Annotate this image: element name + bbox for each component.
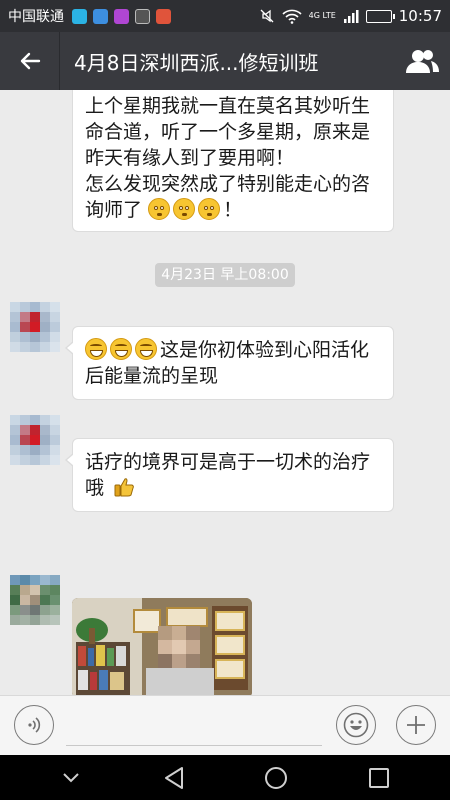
chevron-down-icon	[63, 772, 79, 782]
thumbs-up-emoji	[114, 478, 134, 497]
message-text: 昨天有缘人到了要用啊！	[85, 147, 295, 169]
app-notification-icon	[72, 8, 87, 24]
app-notification-icon	[135, 8, 150, 24]
chat-header: 4月8日深圳西派...修短训班	[0, 32, 450, 90]
shy-face-emoji	[198, 198, 221, 220]
message-text: 话疗的境界可是高于一切术的治疗	[85, 451, 371, 473]
signal-icon	[343, 10, 359, 23]
message-text: 后能量流的呈现	[85, 365, 219, 387]
message-input[interactable]	[66, 706, 322, 746]
image-message[interactable]	[72, 598, 252, 695]
wifi-icon	[282, 9, 302, 24]
message-text: ！	[223, 199, 243, 221]
notification-icons	[72, 8, 171, 24]
back-arrow-icon	[20, 52, 40, 70]
battery-icon	[365, 9, 395, 23]
message-bubble[interactable]: 上个星期我就一直在莫名其妙听生 命合道，听了一个多星期，原来是 昨天有缘人到了要…	[72, 90, 394, 232]
nav-home-button[interactable]	[251, 755, 301, 800]
message-list[interactable]: 上个星期我就一直在莫名其妙听生 命合道，听了一个多星期，原来是 昨天有缘人到了要…	[0, 90, 450, 695]
more-options-button[interactable]	[396, 705, 436, 745]
back-button[interactable]	[0, 32, 60, 90]
message-text: 询师了	[85, 199, 143, 221]
group-members-button[interactable]	[394, 32, 450, 90]
nav-back-button[interactable]	[149, 755, 199, 800]
app-notification-icon	[114, 8, 129, 24]
message-composer	[0, 695, 450, 755]
group-members-icon	[406, 50, 439, 73]
message-bubble[interactable]: 话疗的境界可是高于一切术的治疗 哦	[65, 438, 394, 512]
square-recents-icon	[368, 767, 389, 788]
clock: 10:57	[398, 7, 442, 25]
plus-icon	[407, 716, 425, 734]
system-navigation-bar	[0, 755, 450, 800]
smiley-icon	[343, 712, 369, 738]
hide-keyboard-button[interactable]	[46, 755, 96, 800]
emoji-button[interactable]	[336, 705, 376, 745]
avatar[interactable]	[10, 575, 60, 625]
avatar[interactable]	[10, 302, 60, 352]
grin-emoji	[85, 338, 107, 360]
message-text: 怎么发现突然成了特别能走心的咨	[85, 173, 371, 195]
message-text: 这是你初体验到心阳活化	[160, 339, 370, 361]
avatar[interactable]	[10, 415, 60, 465]
status-bar: 中国联通 4G LTE 10:57	[0, 0, 450, 32]
mute-icon	[260, 9, 274, 23]
voice-input-button[interactable]	[14, 705, 54, 745]
circle-home-icon	[265, 766, 288, 789]
app-notification-icon	[156, 8, 171, 24]
message-text: 哦	[85, 477, 105, 499]
shy-face-emoji	[173, 198, 196, 220]
grin-emoji	[110, 338, 132, 360]
grin-emoji	[135, 338, 157, 360]
voice-icon	[28, 717, 41, 733]
time-divider: 4月23日 早上08:00	[155, 263, 295, 287]
network-type-label: 4G LTE	[308, 11, 336, 20]
triangle-back-icon	[164, 766, 183, 789]
photo-thumbnail	[72, 598, 252, 695]
shy-face-emoji	[148, 198, 171, 220]
carrier-label: 中国联通	[8, 9, 64, 25]
app-notification-icon	[93, 8, 108, 24]
message-text: 命合道，听了一个多星期，原来是	[85, 121, 371, 143]
nav-recents-button[interactable]	[354, 755, 404, 800]
message-text: 上个星期我就一直在莫名其妙听生	[85, 95, 371, 117]
message-bubble[interactable]: 这是你初体验到心阳活化 后能量流的呈现	[65, 326, 394, 400]
chat-title: 4月8日深圳西派...修短训班	[74, 50, 319, 75]
